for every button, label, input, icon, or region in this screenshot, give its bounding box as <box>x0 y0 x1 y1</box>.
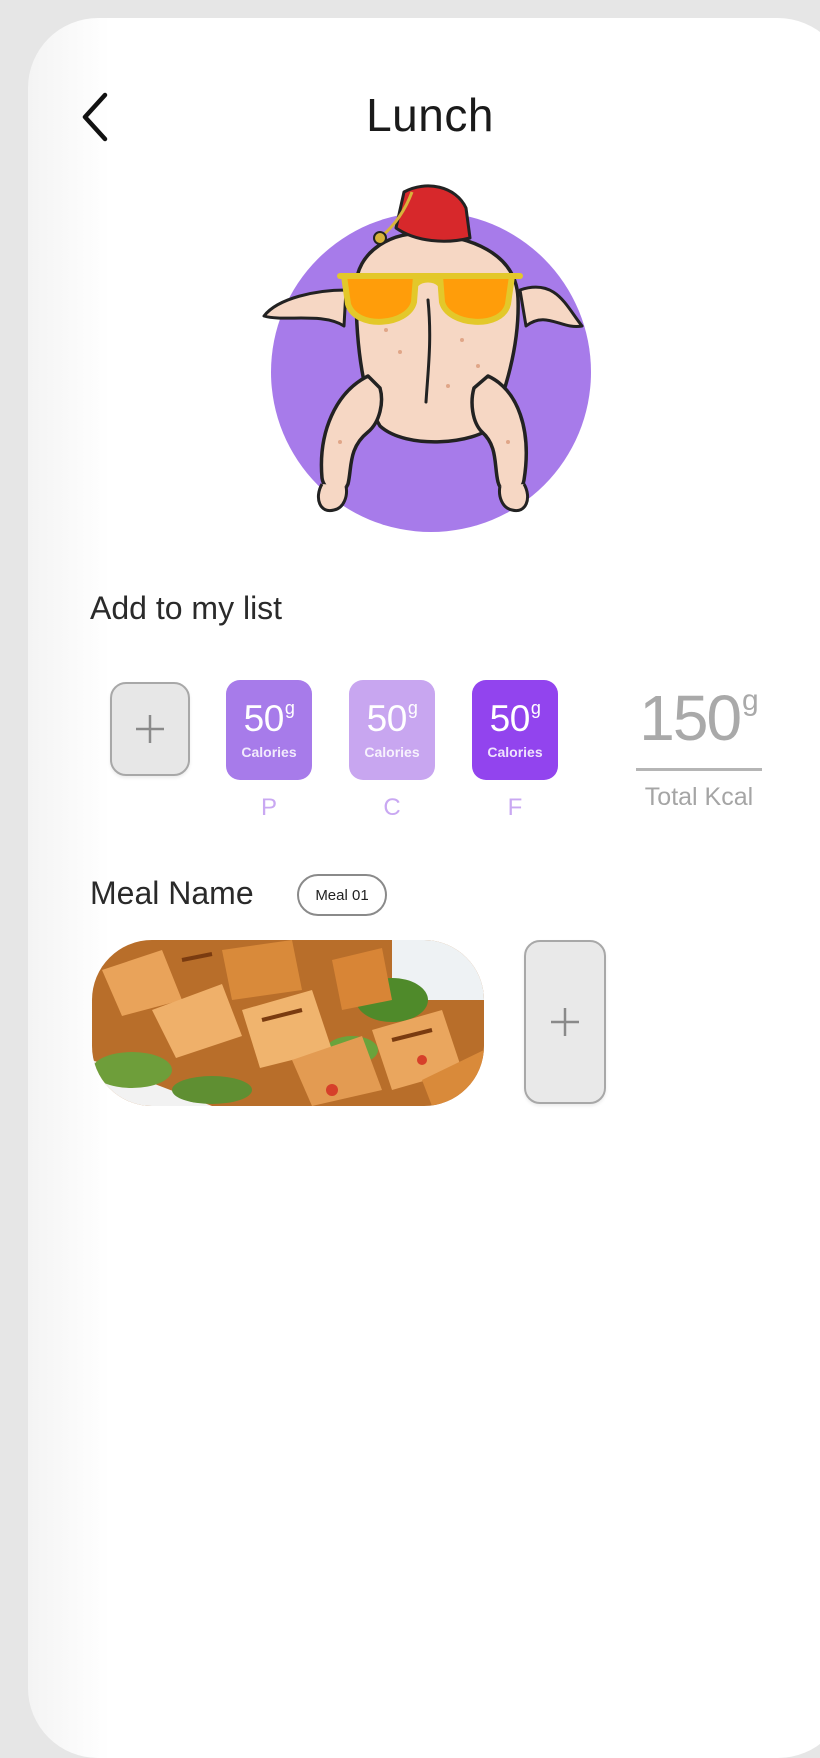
macro-sublabel: Calories <box>364 744 420 760</box>
total-label: Total Kcal <box>644 783 754 811</box>
meal-name-label: Meal Name <box>90 875 254 911</box>
total-kcal: 150g Total Kcal <box>636 686 762 812</box>
macro-letter-f: F <box>507 794 523 821</box>
macro-tile-fat[interactable]: 50g Calories <box>472 680 558 780</box>
total-value: 150g <box>639 682 759 754</box>
plus-icon <box>136 715 164 743</box>
plus-icon <box>551 1008 579 1036</box>
add-meal-button[interactable] <box>524 940 606 1104</box>
macro-letter-p: P <box>260 794 277 821</box>
page-title: Lunch <box>366 89 494 141</box>
macro-value: 50g <box>489 698 541 739</box>
grilled-chicken-salad-image <box>92 940 484 1106</box>
roast-chicken-illustration <box>262 184 591 532</box>
macro-value: 50g <box>366 698 418 739</box>
macro-tile-protein[interactable]: 50g Calories <box>226 680 312 780</box>
add-macro-button[interactable] <box>110 682 190 776</box>
macro-letter-c: C <box>383 794 401 821</box>
macro-tile-carbs[interactable]: 50g Calories <box>349 680 435 780</box>
macro-sublabel: Calories <box>241 744 297 760</box>
total-divider <box>636 768 762 771</box>
meal-photo[interactable] <box>92 940 484 1106</box>
macro-value: 50g <box>243 698 295 739</box>
add-to-list-label: Add to my list <box>90 590 283 626</box>
macro-sublabel: Calories <box>487 744 543 760</box>
meal-badge[interactable]: Meal 01 <box>297 874 387 916</box>
